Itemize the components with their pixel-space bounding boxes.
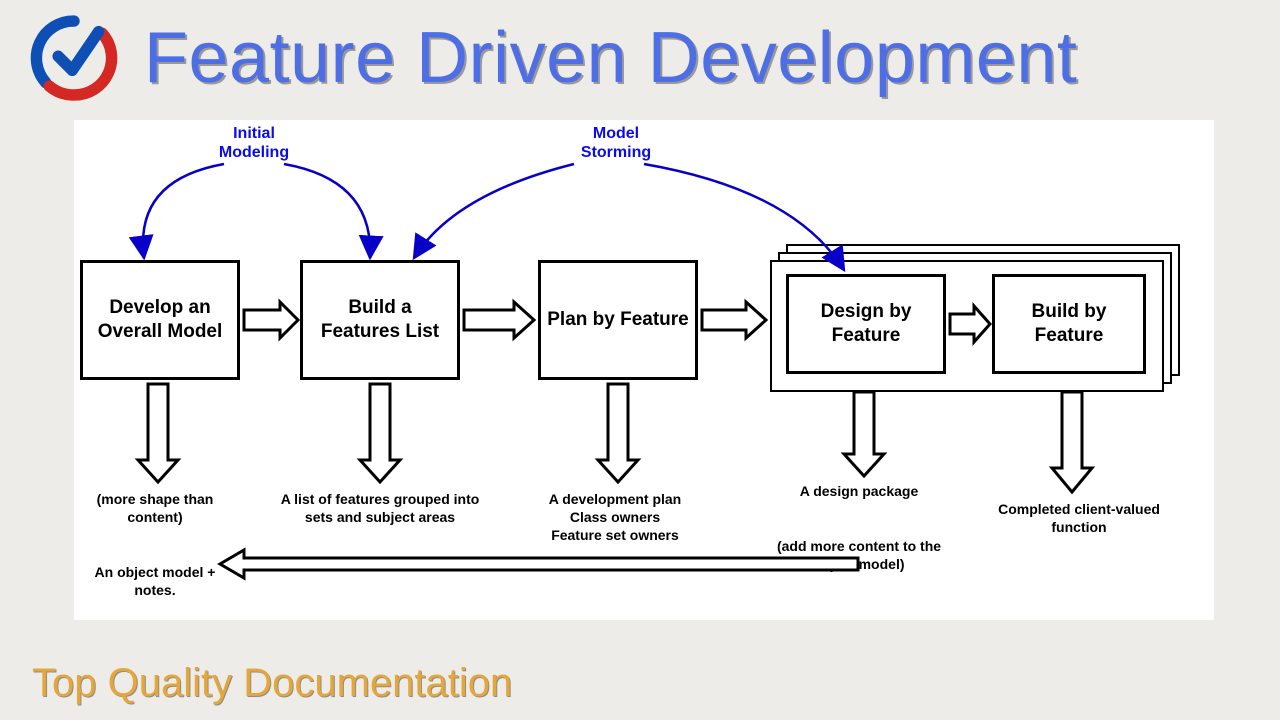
output-design: A design package(add more content to the… [764,482,954,573]
checkmark-logo-icon [30,14,118,102]
page: Feature Driven Development InitialModeli… [0,0,1280,720]
footer-caption: Top Quality Documentation [32,661,512,706]
output-plan: A development planClass ownersFeature se… [510,490,720,545]
label-model-storming: ModelStorming [566,124,666,162]
output-build-list: A list of features grouped into sets and… [280,490,480,526]
step-build-by-feature: Build by Feature [992,274,1146,374]
step-design-by-feature: Design by Feature [786,274,946,374]
step-build-features-list: Build a Features List [300,260,460,380]
output-build-feature: Completed client-valued function [994,500,1164,536]
fdd-diagram: InitialModeling ModelStorming Develop an… [74,120,1214,620]
page-title: Feature Driven Development [144,17,1077,99]
label-initial-modeling: InitialModeling [204,124,304,162]
step-plan-by-feature: Plan by Feature [538,260,698,380]
output-develop: (more shape than content)An object model… [74,490,236,599]
header: Feature Driven Development [30,14,1250,102]
step-develop-overall-model: Develop an Overall Model [80,260,240,380]
